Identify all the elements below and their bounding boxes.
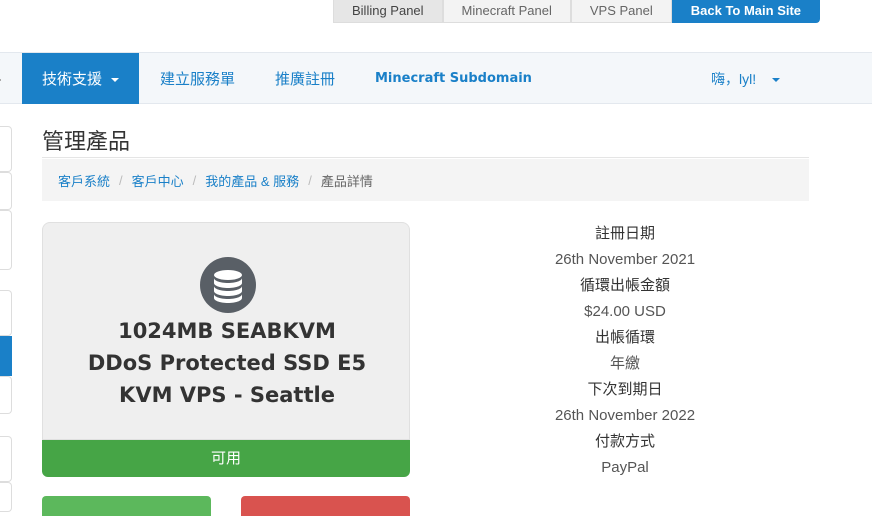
action-button-green[interactable] [42, 496, 211, 516]
product-name-line: DDoS Protected SSD E5 [87, 351, 367, 375]
product-name-line: KVM VPS - Seattle [119, 383, 335, 407]
product-details: 註冊日期 26th November 2021 循環出帳金額 $24.00 US… [440, 222, 810, 482]
billing-cycle-value: 年繳 [609, 355, 640, 372]
recurring-amount-label: 循環出帳金額 [579, 277, 670, 294]
minecraft-panel-link[interactable]: Minecraft Panel [442, 0, 571, 23]
nav-item-affiliates[interactable]: 推廣註冊 [275, 53, 335, 104]
next-due-date-value: 26th November 2022 [554, 407, 696, 424]
product-name: 1024MB SEABKVM DDoS Protected SSD E5 KVM… [43, 315, 411, 411]
breadcrumb-link[interactable]: 客戶系統 [58, 171, 110, 190]
status-badge: 可用 [42, 440, 410, 477]
billing-panel-link[interactable]: Billing Panel [333, 0, 443, 23]
nav-support-label: 技術支援 [42, 71, 103, 88]
nav-item-minecraft-subdomain[interactable]: Minecraft Subdomain [375, 53, 532, 104]
payment-method-value: PayPal [601, 459, 649, 476]
payment-method-label: 付款方式 [594, 433, 655, 450]
chevron-down-icon [111, 78, 120, 82]
top-panel-links: Billing Panel Minecraft Panel VPS Panel … [333, 0, 821, 23]
main-navbar: 技術支援 建立服務單 推廣註冊 Minecraft Subdomain 嗨，ly… [0, 52, 872, 104]
vps-panel-link[interactable]: VPS Panel [570, 0, 672, 23]
billing-cycle-label: 出帳循環 [594, 329, 655, 346]
title-divider [42, 157, 809, 158]
action-button-red[interactable] [241, 496, 410, 516]
recurring-amount-value: $24.00 USD [584, 303, 666, 320]
database-icon [200, 257, 256, 313]
account-greeting: 嗨，lyl! [711, 70, 757, 87]
breadcrumb-current: 產品詳情 [320, 173, 373, 189]
product-card: 1024MB SEABKVM DDoS Protected SSD E5 KVM… [42, 222, 410, 440]
sidebar-active-item[interactable] [0, 336, 12, 376]
registration-date-label: 註冊日期 [594, 225, 655, 242]
breadcrumb: 客戶系統 / 客戶中心 / 我的產品 & 服務 / 產品詳情 [42, 159, 809, 201]
sidebar-panel-stub [0, 172, 12, 210]
nav-item-account[interactable]: 嗨，lyl! [711, 53, 781, 104]
back-to-main-site-button[interactable]: Back To Main Site [671, 0, 821, 23]
product-name-line: 1024MB SEABKVM [118, 319, 336, 343]
sidebar-panel-stub [0, 482, 12, 512]
nav-edge-marker [0, 79, 1, 81]
breadcrumb-link[interactable]: 客戶中心 [132, 171, 184, 190]
breadcrumb-separator: / [119, 172, 123, 188]
registration-date-value: 26th November 2021 [554, 251, 696, 268]
breadcrumb-separator: / [308, 172, 312, 188]
next-due-date-label: 下次到期日 [587, 381, 663, 398]
page-title: 管理產品 [42, 129, 131, 154]
sidebar-panel-stub [0, 290, 12, 336]
chevron-down-icon [772, 78, 781, 82]
sidebar-panel-stub [0, 210, 12, 270]
nav-item-open-ticket[interactable]: 建立服務單 [160, 53, 235, 104]
nav-item-support[interactable]: 技術支援 [22, 53, 140, 104]
sidebar-panel-stub [0, 436, 12, 482]
sidebar-panel-stub [0, 376, 12, 414]
breadcrumb-separator: / [192, 172, 197, 188]
breadcrumb-link[interactable]: 我的產品 & 服務 [205, 171, 299, 190]
sidebar-panel-stub [0, 126, 12, 172]
